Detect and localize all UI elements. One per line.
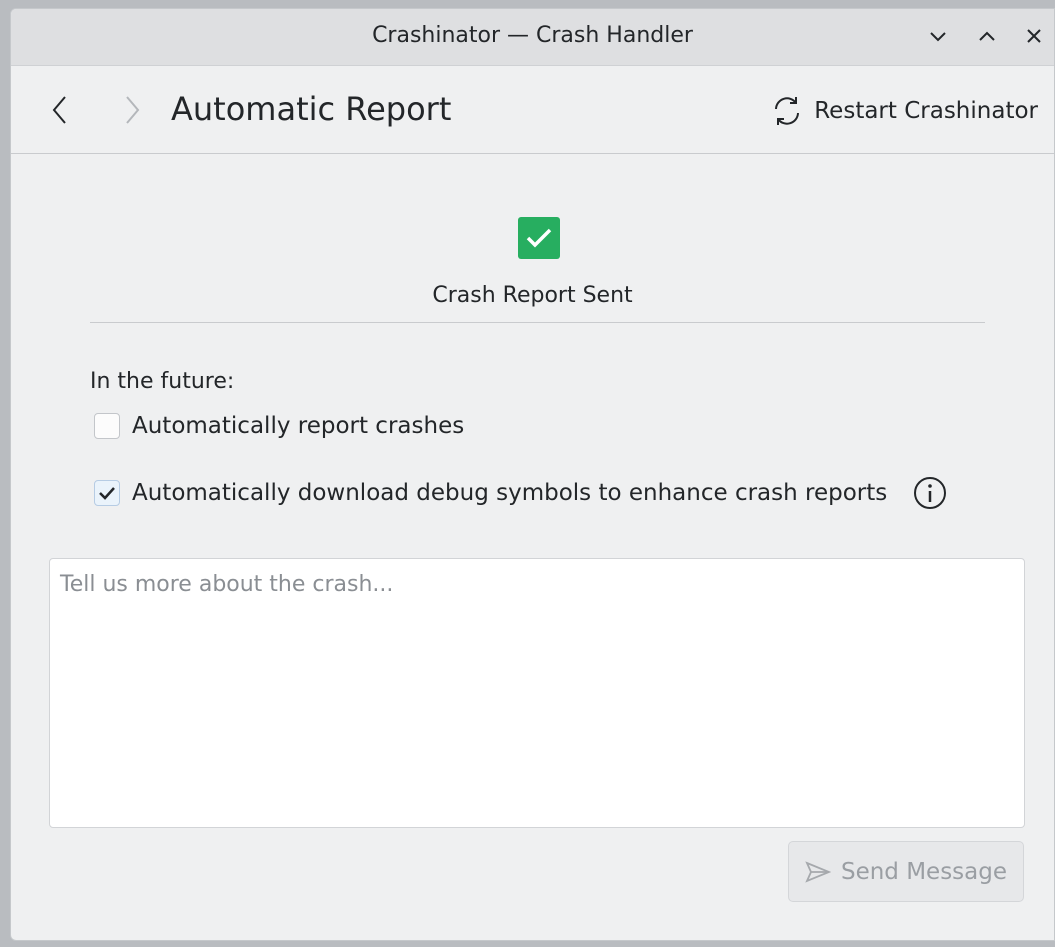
checkmark-icon — [99, 487, 115, 500]
restart-button[interactable]: Restart Crashinator — [770, 92, 1038, 130]
future-options-heading: In the future: — [90, 369, 235, 394]
page-header: Automatic Report Restart Crashinator — [11, 66, 1054, 154]
window-title: Crashinator — Crash Handler — [372, 23, 693, 48]
debug-symbols-option[interactable]: Automatically download debug symbols to … — [94, 476, 947, 510]
info-icon — [914, 477, 947, 509]
send-message-button[interactable]: Send Message — [788, 841, 1024, 902]
auto-report-label: Automatically report crashes — [132, 413, 465, 439]
debug-symbols-checkbox[interactable] — [94, 480, 120, 506]
debug-symbols-label: Automatically download debug symbols to … — [132, 480, 888, 506]
back-button[interactable] — [45, 92, 75, 128]
minimize-icon — [930, 32, 946, 42]
refresh-icon — [775, 97, 800, 125]
info-button[interactable] — [913, 476, 947, 510]
auto-report-checkbox[interactable] — [94, 413, 120, 439]
minimize-button[interactable] — [925, 23, 951, 49]
close-button[interactable] — [1021, 23, 1047, 49]
send-icon — [805, 860, 831, 883]
auto-report-option[interactable]: Automatically report crashes — [94, 413, 464, 439]
maximize-icon — [979, 31, 995, 41]
title-bar[interactable]: Crashinator — Crash Handler — [11, 9, 1054, 66]
crash-handler-window: Crashinator — Crash Handler Automatic Re… — [10, 8, 1055, 941]
crash-description-input[interactable] — [49, 558, 1025, 828]
send-message-label: Send Message — [840, 858, 1008, 885]
divider — [90, 322, 985, 323]
checkmark-icon — [526, 228, 552, 248]
forward-button[interactable] — [117, 92, 147, 128]
chevron-left-icon — [52, 96, 66, 124]
chevron-right-icon — [126, 96, 140, 124]
report-sent-status-icon — [518, 217, 560, 259]
restart-label: Restart Crashinator — [814, 98, 1038, 124]
close-icon — [1027, 29, 1041, 43]
maximize-button[interactable] — [974, 23, 1000, 49]
status-text: Crash Report Sent — [432, 283, 633, 308]
page-title: Automatic Report — [171, 90, 452, 128]
